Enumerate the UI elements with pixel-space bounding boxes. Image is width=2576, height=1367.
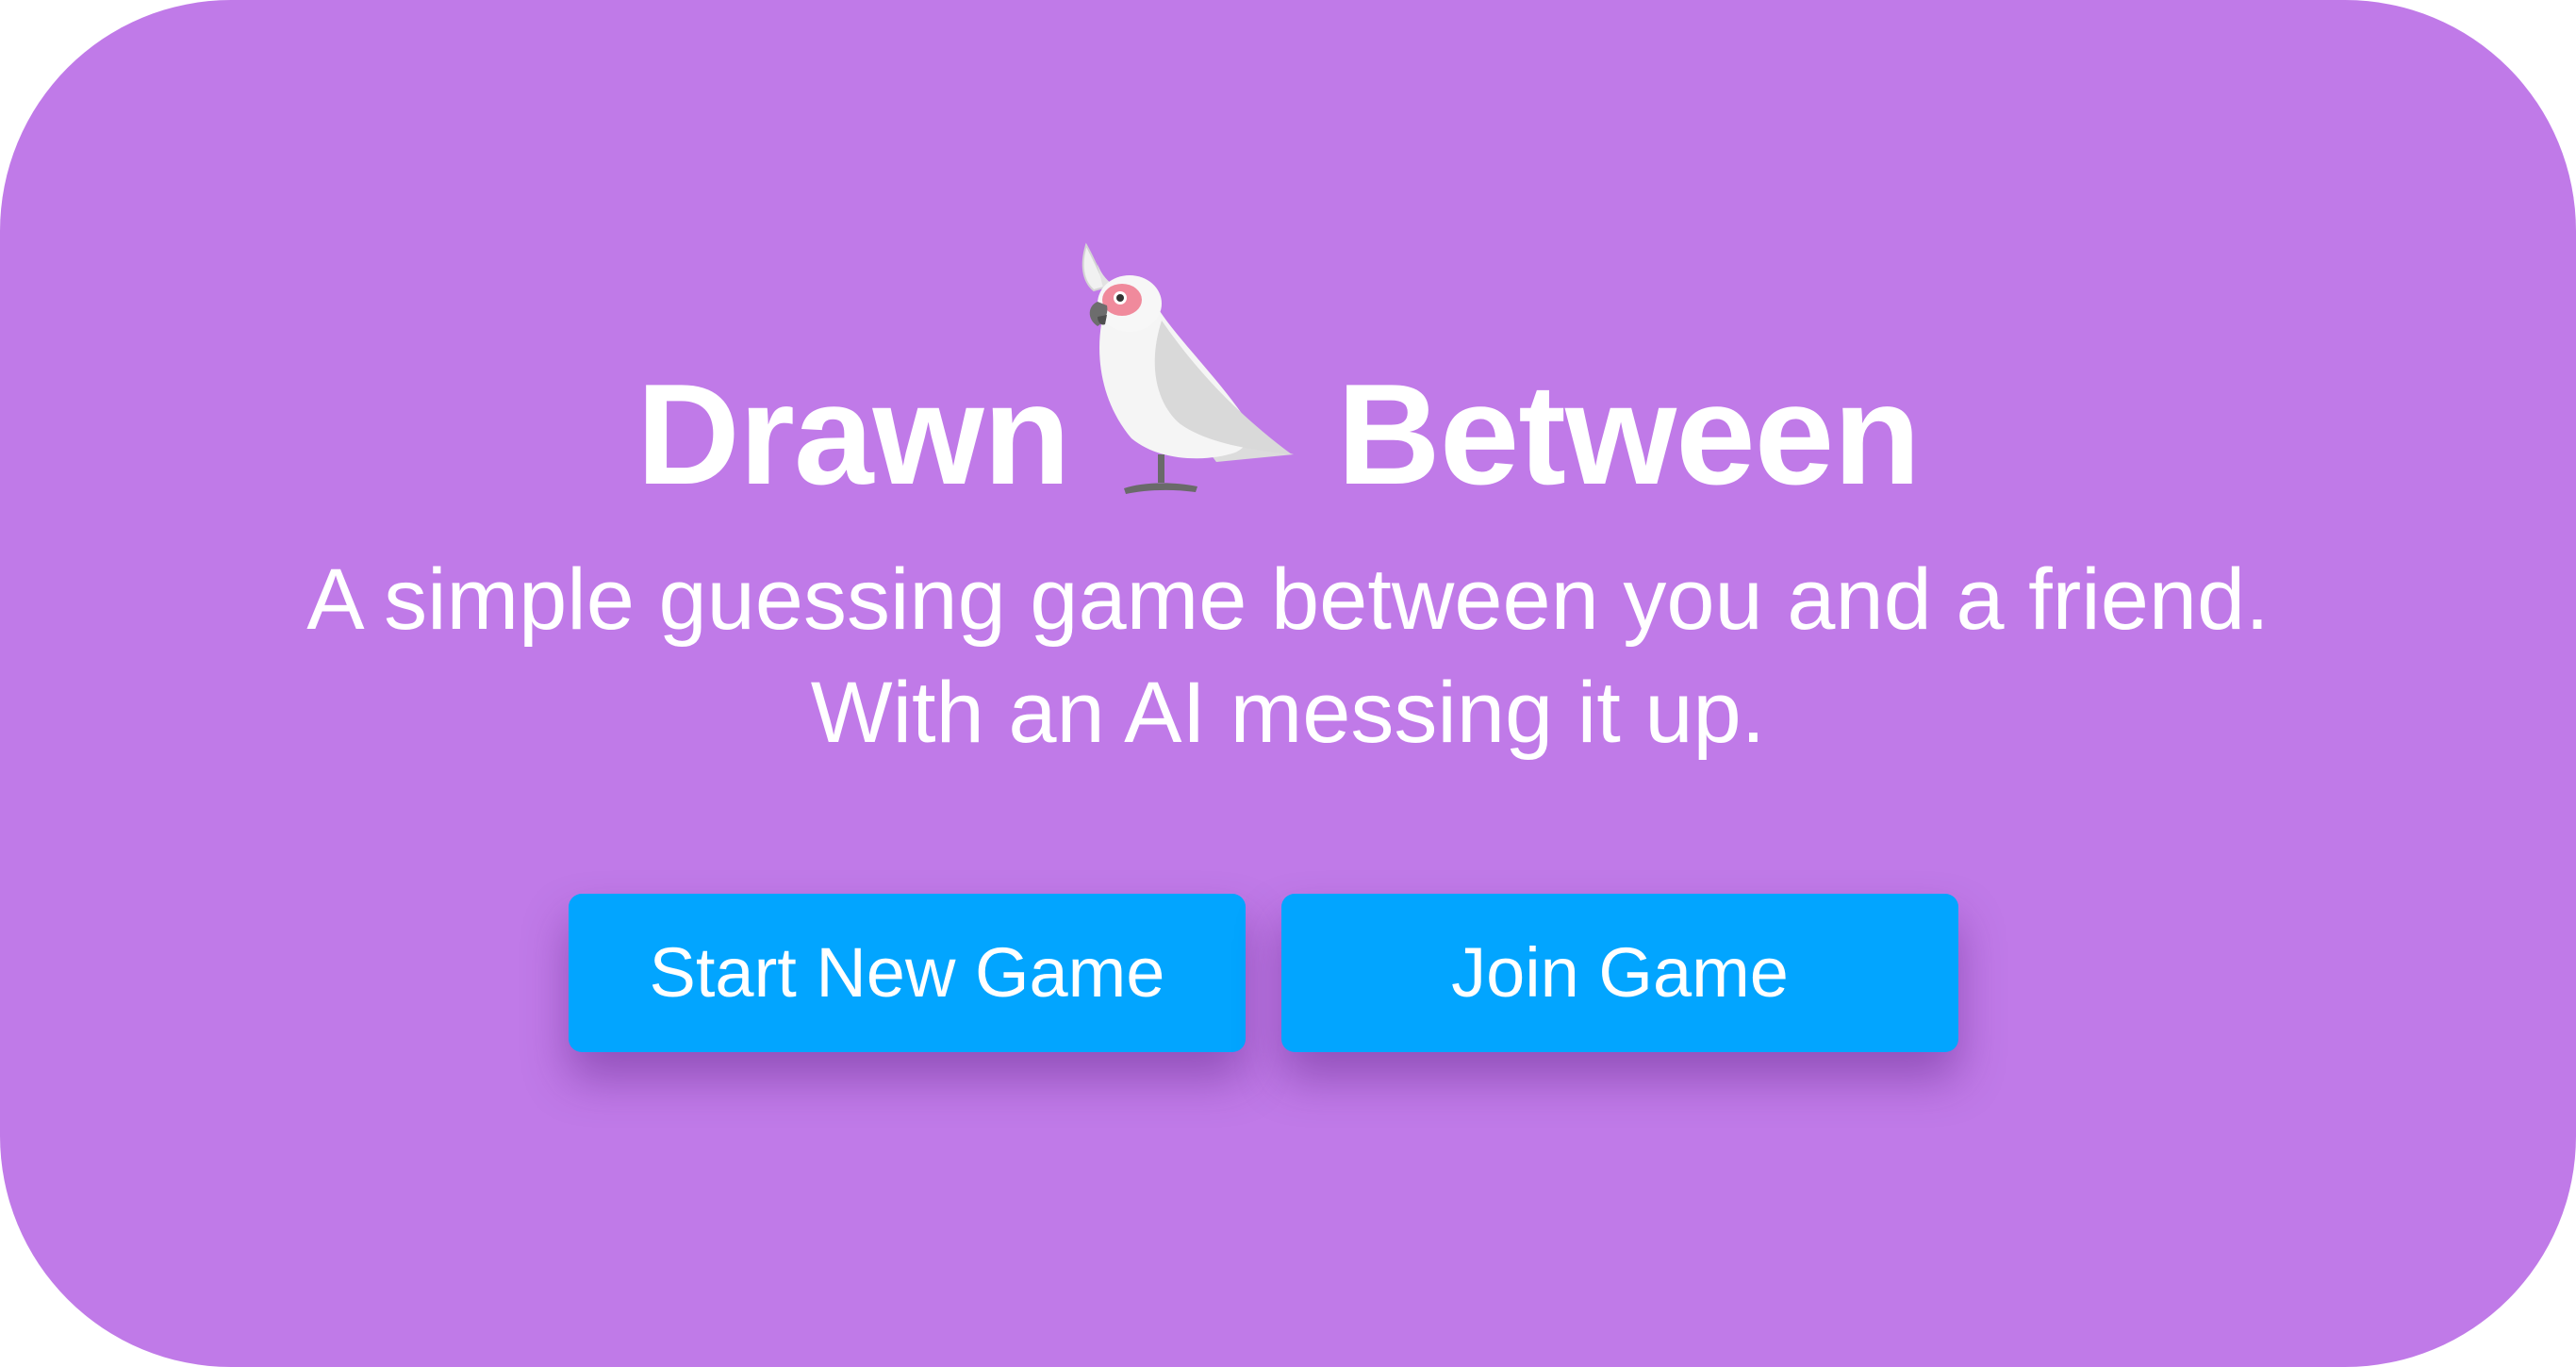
title-word-between: Between xyxy=(1337,354,1921,515)
landing-screen: Drawn Between A simple guessing game bet… xyxy=(0,0,2576,1367)
cockatoo-icon xyxy=(1075,236,1301,495)
title-word-drawn: Drawn xyxy=(636,354,1071,515)
tagline-line-1: A simple guessing game between you and a… xyxy=(306,552,2270,648)
join-game-button[interactable]: Join Game xyxy=(1281,894,1958,1052)
start-new-game-button[interactable]: Start New Game xyxy=(569,894,1246,1052)
app-title: Drawn Between xyxy=(0,236,2576,519)
tagline-line-2: With an AI messing it up. xyxy=(810,665,1766,761)
